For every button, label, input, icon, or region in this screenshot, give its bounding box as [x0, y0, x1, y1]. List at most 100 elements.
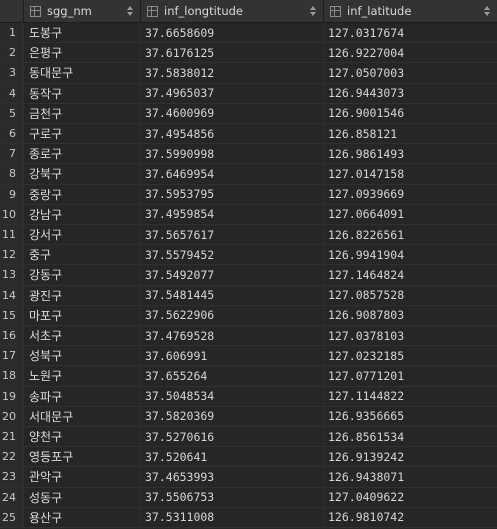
row-number[interactable]: 19: [0, 386, 24, 406]
cell-inf-longtitude[interactable]: 37.5311008: [141, 507, 324, 527]
cell-inf-latitude[interactable]: 126.9941904: [324, 245, 497, 264]
cell-inf-longtitude[interactable]: 37.5492077: [141, 265, 324, 285]
cell-sgg-nm[interactable]: 영등포구: [24, 447, 141, 467]
cell-sgg-nm[interactable]: 금천구: [24, 103, 141, 123]
sort-icon[interactable]: [484, 6, 490, 16]
row-number[interactable]: 11: [0, 225, 24, 245]
cell-inf-longtitude[interactable]: 37.5622906: [141, 305, 324, 325]
cell-inf-longtitude[interactable]: 37.4653993: [141, 467, 324, 487]
table-row[interactable]: 4 동작구 37.4965037 126.9443073: [0, 83, 497, 104]
cell-inf-latitude[interactable]: 126.9227004: [324, 43, 497, 62]
table-row[interactable]: 18 노원구 37.655264 127.0771201: [0, 366, 497, 387]
column-header-sgg-nm[interactable]: sgg_nm: [24, 0, 141, 22]
cell-inf-latitude[interactable]: 126.9443073: [324, 84, 497, 103]
cell-sgg-nm[interactable]: 동대문구: [24, 63, 141, 83]
table-row[interactable]: 24 성동구 37.5506753 127.0409622: [0, 487, 497, 508]
cell-sgg-nm[interactable]: 강서구: [24, 225, 141, 245]
cell-sgg-nm[interactable]: 용산구: [24, 507, 141, 527]
table-row[interactable]: 23 관악구 37.4653993 126.9438071: [0, 467, 497, 488]
cell-sgg-nm[interactable]: 노원구: [24, 366, 141, 386]
table-row[interactable]: 8 강북구 37.6469954 127.0147158: [0, 164, 497, 185]
cell-inf-longtitude[interactable]: 37.5820369: [141, 406, 324, 426]
cell-inf-latitude[interactable]: 126.9087803: [324, 306, 497, 325]
row-number[interactable]: 15: [0, 305, 24, 325]
table-row[interactable]: 12 중구 37.5579452 126.9941904: [0, 245, 497, 266]
table-row[interactable]: 15 마포구 37.5622906 126.9087803: [0, 305, 497, 326]
cell-sgg-nm[interactable]: 중구: [24, 245, 141, 265]
cell-inf-longtitude[interactable]: 37.4600969: [141, 103, 324, 123]
table-row[interactable]: 3 동대문구 37.5838012 127.0507003: [0, 63, 497, 84]
row-number[interactable]: 3: [0, 63, 24, 83]
row-number[interactable]: 14: [0, 285, 24, 305]
row-number[interactable]: 7: [0, 144, 24, 164]
cell-inf-longtitude[interactable]: 37.5579452: [141, 245, 324, 265]
cell-inf-longtitude[interactable]: 37.655264: [141, 366, 324, 386]
cell-sgg-nm[interactable]: 양천구: [24, 427, 141, 447]
cell-sgg-nm[interactable]: 강북구: [24, 164, 141, 184]
table-row[interactable]: 17 성북구 37.606991 127.0232185: [0, 346, 497, 367]
cell-inf-latitude[interactable]: 126.9438071: [324, 467, 497, 486]
cell-inf-latitude[interactable]: 127.0857528: [324, 286, 497, 305]
table-row[interactable]: 13 강동구 37.5492077 127.1464824: [0, 265, 497, 286]
sort-icon[interactable]: [310, 6, 316, 16]
cell-sgg-nm[interactable]: 광진구: [24, 285, 141, 305]
cell-inf-latitude[interactable]: 126.9356665: [324, 407, 497, 426]
cell-inf-latitude[interactable]: 126.8561534: [324, 427, 497, 446]
table-row[interactable]: 1 도봉구 37.6658609 127.0317674: [0, 23, 497, 44]
row-number[interactable]: 10: [0, 204, 24, 224]
table-row[interactable]: 6 구로구 37.4954856 126.858121: [0, 124, 497, 145]
cell-inf-longtitude[interactable]: 37.5657617: [141, 225, 324, 245]
cell-sgg-nm[interactable]: 구로구: [24, 124, 141, 144]
cell-sgg-nm[interactable]: 관악구: [24, 467, 141, 487]
cell-sgg-nm[interactable]: 강동구: [24, 265, 141, 285]
column-header-inf-latitude[interactable]: inf_latitude: [324, 0, 497, 22]
cell-inf-longtitude[interactable]: 37.5270616: [141, 427, 324, 447]
cell-sgg-nm[interactable]: 송파구: [24, 386, 141, 406]
cell-inf-longtitude[interactable]: 37.5990998: [141, 144, 324, 164]
cell-inf-latitude[interactable]: 126.858121: [324, 124, 497, 143]
row-number[interactable]: 18: [0, 366, 24, 386]
cell-inf-latitude[interactable]: 127.0771201: [324, 366, 497, 385]
table-row[interactable]: 16 서초구 37.4769528 127.0378103: [0, 326, 497, 347]
cell-inf-latitude[interactable]: 127.0664091: [324, 205, 497, 224]
row-number[interactable]: 12: [0, 245, 24, 265]
cell-inf-latitude[interactable]: 127.0232185: [324, 346, 497, 365]
cell-inf-longtitude[interactable]: 37.5506753: [141, 487, 324, 507]
cell-inf-longtitude[interactable]: 37.5953795: [141, 184, 324, 204]
cell-inf-longtitude[interactable]: 37.6176125: [141, 43, 324, 63]
cell-inf-longtitude[interactable]: 37.5048534: [141, 386, 324, 406]
cell-inf-longtitude[interactable]: 37.4769528: [141, 326, 324, 346]
row-number[interactable]: 1: [0, 23, 24, 43]
table-row[interactable]: 2 은평구 37.6176125 126.9227004: [0, 43, 497, 64]
cell-inf-latitude[interactable]: 127.0147158: [324, 164, 497, 183]
cell-inf-longtitude[interactable]: 37.4959854: [141, 204, 324, 224]
cell-sgg-nm[interactable]: 마포구: [24, 305, 141, 325]
cell-inf-latitude[interactable]: 127.0409622: [324, 488, 497, 507]
cell-sgg-nm[interactable]: 서초구: [24, 326, 141, 346]
row-number[interactable]: 20: [0, 406, 24, 426]
row-number[interactable]: 25: [0, 507, 24, 527]
table-row[interactable]: 25 용산구 37.5311008 126.9810742: [0, 507, 497, 528]
row-number[interactable]: 24: [0, 487, 24, 507]
cell-inf-latitude[interactable]: 127.0507003: [324, 63, 497, 82]
cell-inf-latitude[interactable]: 127.0939669: [324, 185, 497, 204]
row-number[interactable]: 6: [0, 124, 24, 144]
cell-sgg-nm[interactable]: 성북구: [24, 346, 141, 366]
cell-inf-longtitude[interactable]: 37.6469954: [141, 164, 324, 184]
cell-inf-latitude[interactable]: 127.1144822: [324, 387, 497, 406]
cell-inf-latitude[interactable]: 127.1464824: [324, 265, 497, 284]
cell-sgg-nm[interactable]: 강남구: [24, 204, 141, 224]
table-row[interactable]: 19 송파구 37.5048534 127.1144822: [0, 386, 497, 407]
table-row[interactable]: 9 중랑구 37.5953795 127.0939669: [0, 184, 497, 205]
table-row[interactable]: 7 종로구 37.5990998 126.9861493: [0, 144, 497, 165]
cell-sgg-nm[interactable]: 도봉구: [24, 23, 141, 43]
row-number[interactable]: 5: [0, 103, 24, 123]
cell-inf-longtitude[interactable]: 37.5481445: [141, 285, 324, 305]
cell-inf-latitude[interactable]: 126.9810742: [324, 508, 497, 527]
row-number[interactable]: 22: [0, 447, 24, 467]
cell-inf-latitude[interactable]: 126.8226561: [324, 225, 497, 244]
row-number[interactable]: 9: [0, 184, 24, 204]
row-number[interactable]: 8: [0, 164, 24, 184]
table-row[interactable]: 11 강서구 37.5657617 126.8226561: [0, 225, 497, 246]
cell-sgg-nm[interactable]: 종로구: [24, 144, 141, 164]
